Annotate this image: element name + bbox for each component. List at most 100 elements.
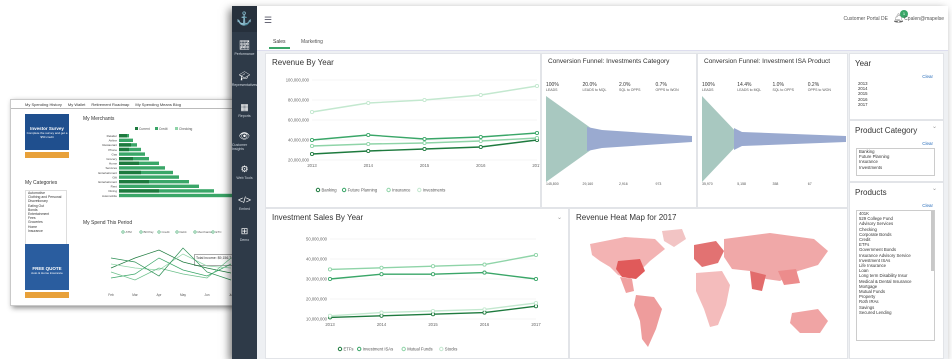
data-point[interactable] (422, 97, 427, 103)
data-point[interactable] (309, 137, 315, 143)
chevron-down-icon[interactable]: ⌄ (932, 123, 937, 130)
merchant-bar[interactable] (119, 175, 179, 179)
merchant-bar[interactable] (119, 138, 133, 142)
data-point[interactable] (379, 272, 384, 277)
legend-label[interactable]: Banking (322, 188, 338, 193)
data-point[interactable] (366, 148, 371, 154)
category-option[interactable]: Investments (859, 165, 934, 170)
products-clear-link[interactable]: Clear (922, 203, 933, 208)
data-point[interactable] (533, 300, 539, 306)
products-list[interactable]: 401K 529 College Fund Advisory Services Che… (856, 210, 935, 341)
year-list[interactable]: 2013 2014 2015 2016 2017 (856, 81, 935, 113)
data-point[interactable] (478, 144, 483, 150)
data-point[interactable] (430, 312, 436, 317)
data-point[interactable] (309, 151, 315, 157)
data-point[interactable] (430, 264, 436, 269)
merchant-bar-segment[interactable] (119, 134, 127, 138)
product-option[interactable]: Secured Lending (859, 310, 934, 315)
merchant-bar[interactable] (119, 152, 145, 156)
data-point[interactable] (478, 138, 483, 144)
nav-item-demo[interactable]: ⊞ Demo (232, 218, 257, 249)
data-point[interactable] (366, 100, 371, 106)
nav-item-embed[interactable]: </> Embed (232, 187, 257, 218)
legend-marker[interactable] (337, 346, 343, 352)
data-point[interactable] (327, 267, 333, 272)
data-point[interactable] (482, 307, 487, 312)
legend-marker[interactable] (341, 187, 347, 193)
chevron-down-icon[interactable]: ⌄ (932, 185, 937, 192)
anchor-logo-icon[interactable]: ⚓ (232, 6, 257, 32)
data-point[interactable] (534, 130, 540, 136)
hamburger-menu-icon[interactable]: ☰ (264, 15, 272, 26)
data-point[interactable] (422, 140, 427, 146)
merchant-bar-segment[interactable] (119, 170, 141, 175)
merchant-bar-segment[interactable] (119, 147, 129, 152)
back-nav-item[interactable]: My Spending Means Blog (135, 102, 181, 107)
data-point[interactable] (366, 141, 371, 147)
merchant-bar-segment[interactable] (119, 180, 149, 184)
legend-label[interactable]: ETFs (344, 347, 354, 352)
data-point[interactable] (478, 134, 483, 140)
portal-label[interactable]: Customer Portal DE (844, 16, 888, 22)
tab-marketing[interactable]: Marketing (297, 37, 327, 47)
back-category-option[interactable]: Insurance (28, 229, 66, 233)
tab-sales[interactable]: Sales (269, 37, 290, 49)
merchant-bar-segment[interactable] (119, 157, 133, 161)
data-point[interactable] (534, 135, 540, 141)
back-nav-item[interactable]: My Spending History (25, 102, 62, 107)
legend-marker[interactable] (386, 187, 391, 193)
products-scrollbar[interactable] (931, 211, 934, 271)
data-point[interactable] (478, 92, 483, 98)
data-point[interactable] (482, 310, 487, 315)
data-point[interactable] (327, 276, 333, 282)
legend-marker[interactable] (401, 346, 406, 352)
world-heat-map[interactable] (570, 209, 848, 359)
data-point[interactable] (482, 270, 487, 275)
data-point[interactable] (533, 252, 539, 258)
quote-ad[interactable]: FREE QUOTE Auto & Home insurance (25, 244, 69, 299)
category-list[interactable]: Banking Future Planning Insurance Investmen… (856, 148, 935, 176)
merchant-bar[interactable] (119, 166, 165, 170)
merchant-bar[interactable] (119, 184, 199, 188)
data-point[interactable] (366, 132, 371, 138)
legend-label[interactable]: Insurance (392, 188, 411, 193)
data-point[interactable] (533, 304, 539, 309)
data-point[interactable] (379, 265, 384, 270)
survey-ad[interactable]: Investor Survey Complete the survey and … (25, 114, 69, 158)
merchant-bar[interactable] (119, 193, 237, 198)
legend-label[interactable]: Investments (423, 188, 446, 193)
data-point[interactable] (327, 313, 333, 318)
ad-button[interactable] (25, 152, 69, 158)
nav-item-web-tools[interactable]: ⚙ Web Tools (232, 156, 257, 187)
data-point[interactable] (422, 146, 427, 152)
user-menu[interactable]: Cpalen@mapelse (904, 16, 944, 22)
legend-label[interactable]: Investment ISAs (363, 347, 394, 352)
data-point[interactable] (534, 83, 540, 89)
legend-marker[interactable] (439, 346, 444, 352)
data-point[interactable] (430, 308, 436, 314)
ad-button[interactable] (25, 292, 69, 298)
category-clear-link[interactable]: Clear (922, 141, 933, 146)
legend-marker[interactable] (315, 187, 321, 193)
legend-marker[interactable] (417, 187, 422, 193)
legend-marker[interactable] (357, 346, 362, 352)
year-option[interactable]: 2017 (858, 102, 935, 107)
data-point[interactable] (482, 262, 487, 267)
data-point[interactable] (430, 272, 436, 277)
data-point[interactable] (422, 136, 427, 142)
nav-item-reports[interactable]: ▦ Reports (232, 94, 257, 125)
merchant-bar-segment[interactable] (119, 161, 139, 165)
merchant-bar-segment[interactable] (119, 189, 159, 193)
data-point[interactable] (533, 276, 539, 282)
year-clear-link[interactable]: Clear (922, 74, 933, 79)
merchant-bar-segment[interactable] (119, 143, 131, 147)
data-point[interactable] (379, 313, 384, 318)
legend-label[interactable]: Stocks (445, 347, 458, 352)
back-nav-item[interactable]: Retirement Roadmap (91, 102, 129, 107)
categories-list[interactable]: Automotive Clothing and Personal Discretio… (25, 190, 67, 252)
legend-label[interactable]: Mutual Funds (407, 347, 432, 352)
data-point[interactable] (309, 109, 315, 115)
data-point[interactable] (379, 310, 384, 315)
legend-label[interactable]: Future Planning (348, 188, 378, 193)
nav-item-representatives[interactable]: 🎓︎ Representatives (232, 63, 257, 94)
